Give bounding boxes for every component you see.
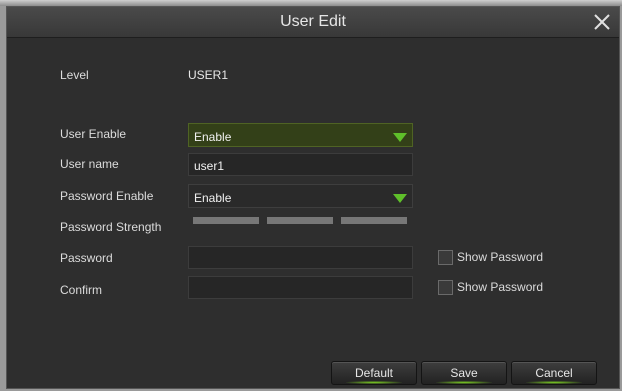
show-password-checkbox[interactable]	[438, 250, 453, 265]
show-password-label: Show Password	[457, 250, 544, 264]
button-glow	[436, 381, 492, 384]
password-strength-bar-2	[267, 217, 333, 224]
button-glow	[346, 381, 402, 384]
password-strength-label: Password Strength	[60, 220, 162, 234]
close-icon[interactable]	[591, 11, 613, 33]
password-enable-label: Password Enable	[60, 189, 154, 203]
user-enable-value: Enable	[194, 130, 232, 144]
dialog-titlebar: User Edit	[7, 7, 619, 38]
button-glow	[526, 381, 582, 384]
user-enable-select[interactable]: Enable	[188, 123, 413, 147]
cancel-button[interactable]: Cancel	[511, 361, 597, 385]
password-strength-bar-1	[193, 217, 259, 224]
password-label: Password	[60, 251, 113, 265]
confirm-input[interactable]	[188, 276, 413, 299]
confirm-label: Confirm	[60, 283, 103, 297]
password-enable-value: Enable	[194, 191, 232, 205]
save-button[interactable]: Save	[421, 361, 507, 385]
user-name-input[interactable]: user1	[188, 153, 413, 176]
user-edit-dialog: User Edit Level USER1 User Enable Enable…	[6, 6, 620, 389]
show-password-confirm-label: Show Password	[457, 280, 544, 294]
default-button-label: Default	[354, 366, 394, 380]
user-name-label: User name	[60, 157, 119, 171]
default-button[interactable]: Default	[331, 361, 417, 385]
triangle-down-icon	[393, 131, 407, 145]
cancel-button-label: Cancel	[535, 366, 573, 380]
user-enable-label: User Enable	[60, 127, 127, 141]
user-name-value: user1	[194, 159, 225, 173]
level-label: Level	[60, 68, 89, 82]
password-input[interactable]	[188, 246, 413, 269]
password-enable-select[interactable]: Enable	[188, 184, 413, 208]
level-value: USER1	[188, 68, 229, 82]
dialog-title: User Edit	[280, 13, 346, 30]
save-button-label: Save	[450, 366, 478, 380]
show-password-confirm-checkbox[interactable]	[438, 280, 453, 295]
triangle-down-icon	[393, 192, 407, 206]
password-strength-bar-3	[341, 217, 407, 224]
